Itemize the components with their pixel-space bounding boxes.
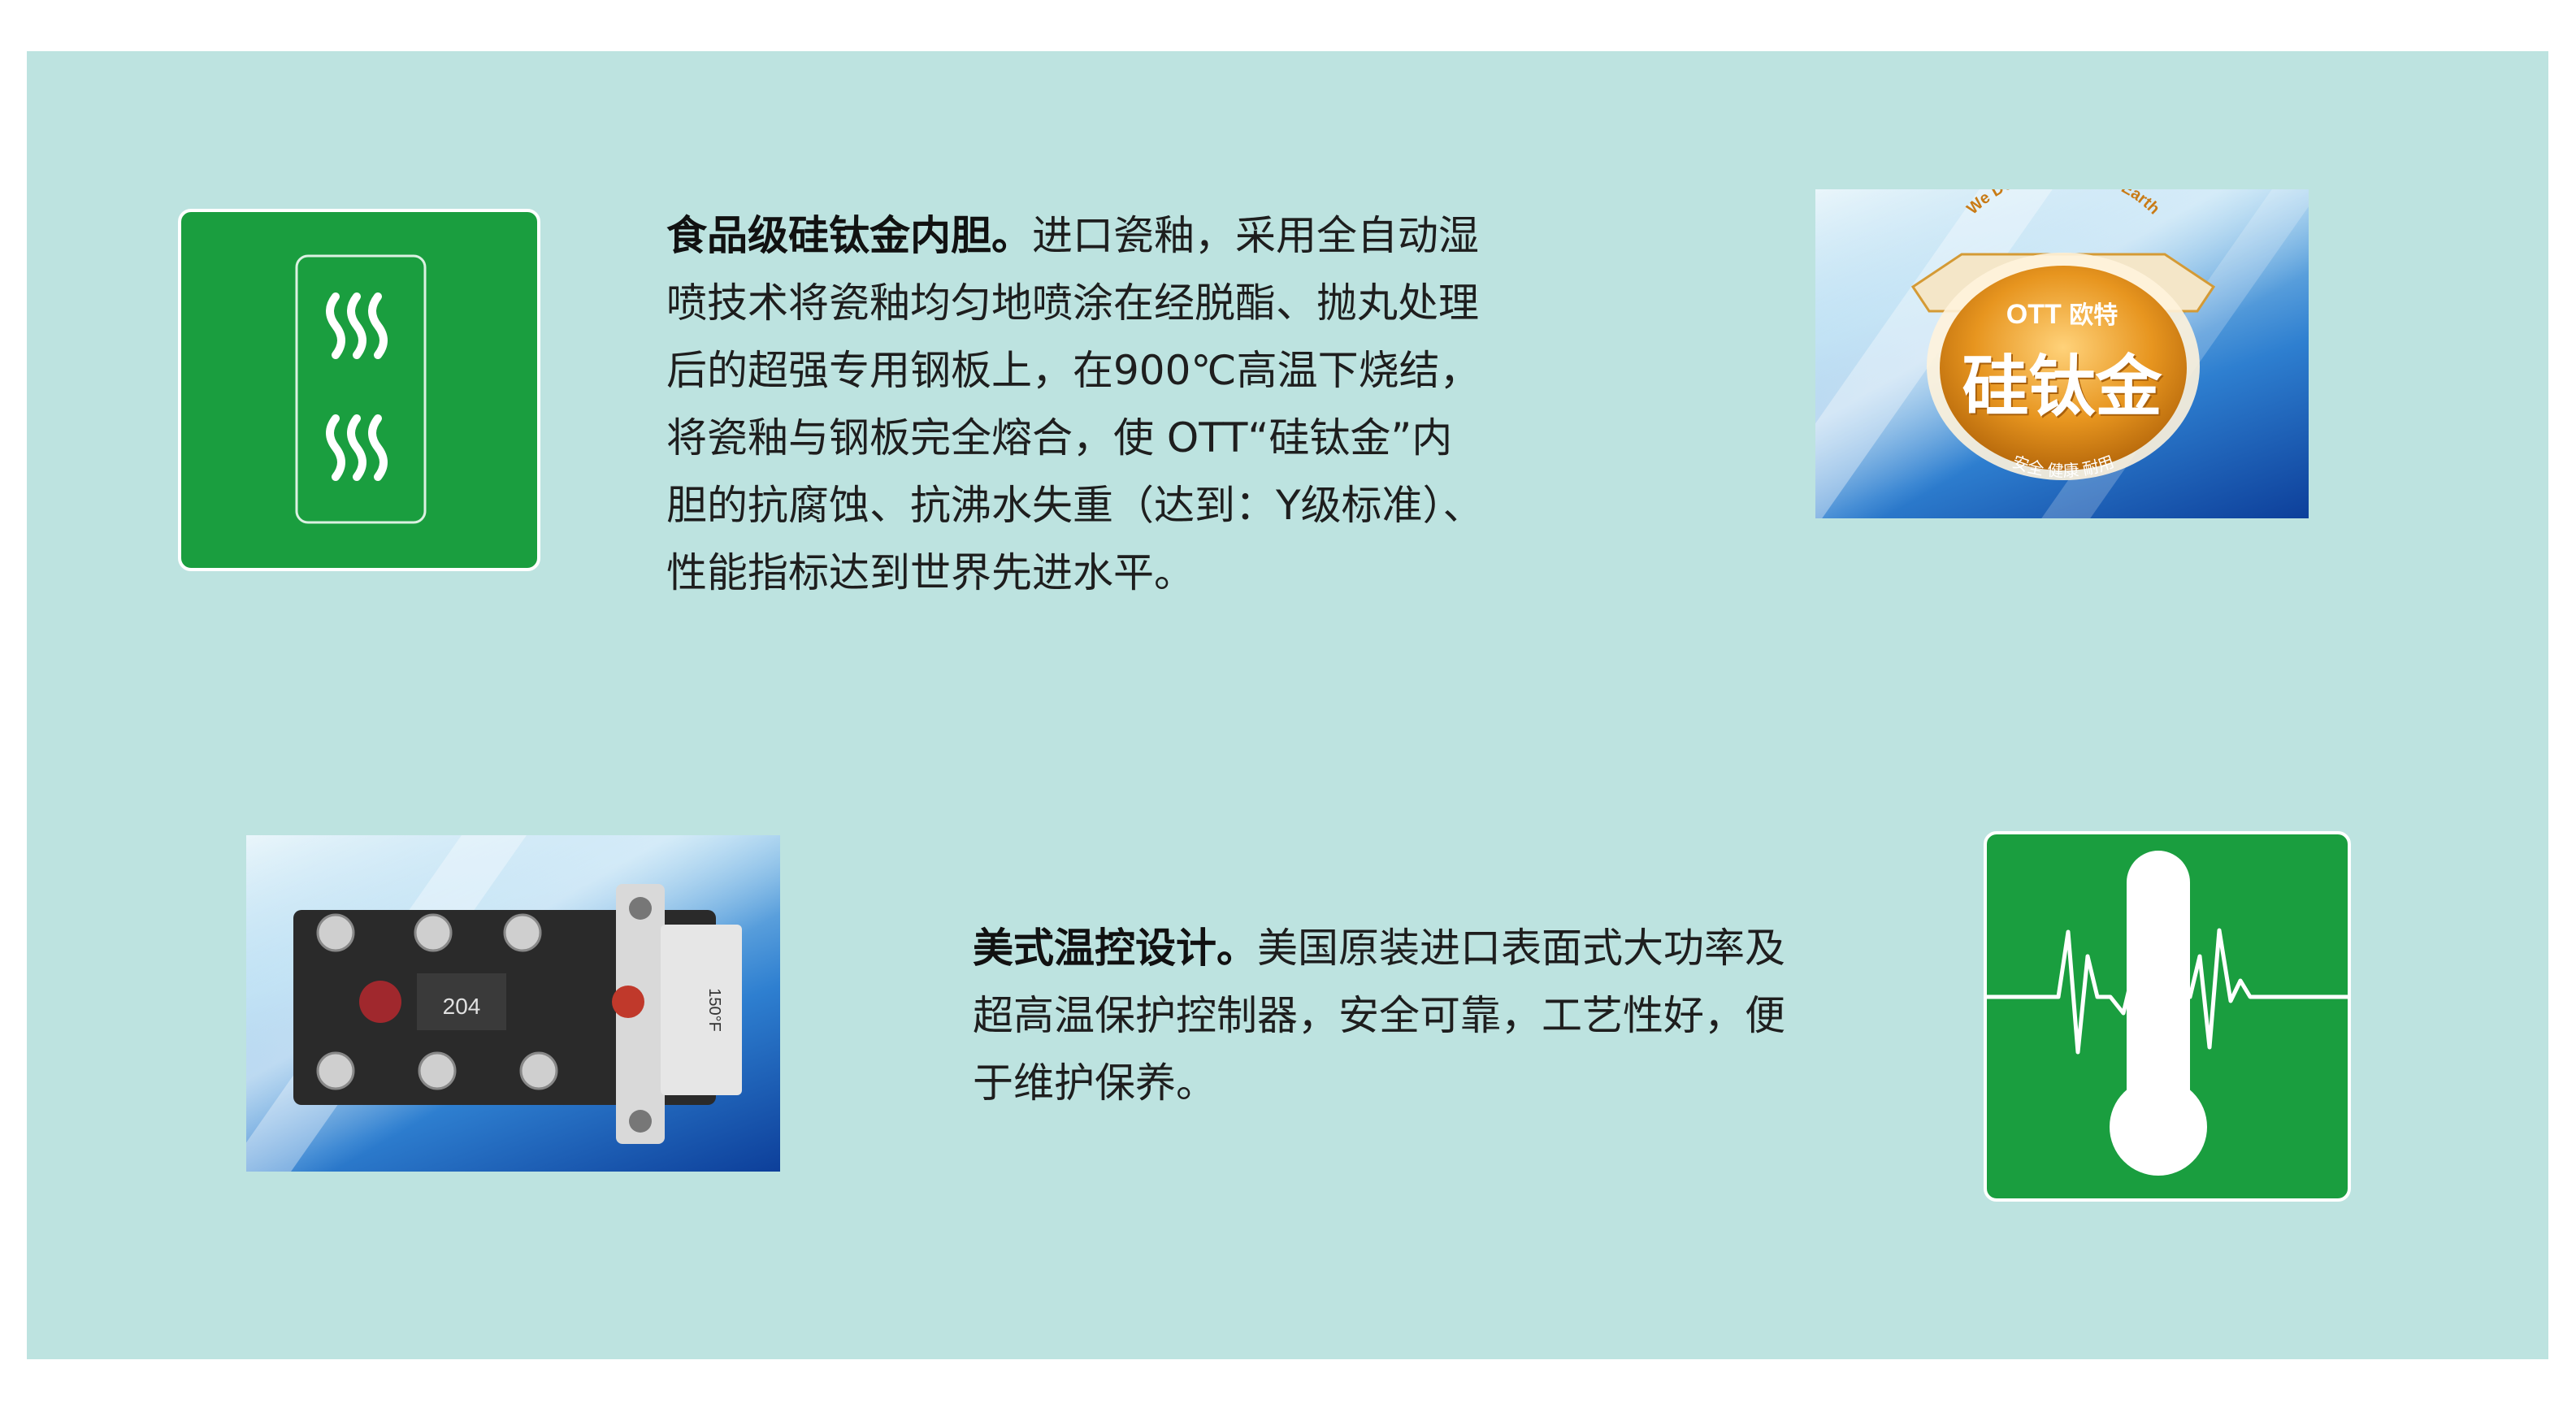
steam-icon-tile: [178, 209, 540, 571]
thermostat-photo: 204 150°F: [246, 835, 780, 1172]
badge-brand-cn: 欧特: [2069, 302, 2118, 329]
svg-text:We Do Care For Our Earth: We Do Care For Our Earth: [1963, 189, 2163, 218]
para1-line-5: 胆的抗腐蚀、抗沸水失重（达到：Y级标准）、: [666, 482, 1484, 529]
enamel-liner-description: 食品级硅钛金内胆。进口瓷釉，采用全自动湿 喷技术将瓷釉均匀地喷涂在经脱酯、抛丸处…: [666, 202, 1641, 607]
para1-line-2: 喷技术将瓷釉均匀地喷涂在经脱酯、抛丸处理: [666, 279, 1479, 327]
para1-line-6: 性能指标达到世界先进水平。: [666, 549, 1195, 596]
para1-line-3: 后的超强专用钢板上，在900℃高温下烧结，: [666, 347, 1481, 394]
titanium-gold-badge-image: We Do Care For Our Earth 安全 健康 耐用 OTT 欧特…: [1815, 189, 2309, 518]
badge-title: 硅钛金: [1962, 349, 2162, 426]
thermostat-code: 204: [443, 994, 481, 1019]
para2-heading: 美式温控设计。: [973, 925, 1257, 972]
para2-line-2: 超高温保护控制器，安全可靠，工艺性好，便: [973, 992, 1785, 1039]
para1-line-1: 食品级硅钛金内胆。进口瓷釉，采用全自动湿: [666, 212, 1479, 259]
thermometer-icon-tile: [1984, 831, 2351, 1202]
badge-arc-text: We Do Care For Our Earth: [1963, 189, 2163, 218]
para2-line-1: 美式温控设计。美国原装进口表面式大功率及: [973, 925, 1785, 972]
steam-icon: [295, 254, 427, 524]
thermometer-heartbeat-icon: [1987, 851, 2348, 1176]
thermostat-rating: 150°F: [705, 988, 723, 1032]
content-panel: 食品级硅钛金内胆。进口瓷釉，采用全自动湿 喷技术将瓷釉均匀地喷涂在经脱酯、抛丸处…: [27, 51, 2548, 1359]
badge-tagline: 安全 健康 耐用: [2010, 453, 2116, 481]
para1-line-4: 将瓷釉与钢板完全熔合，使 OTT“硅钛金”内: [666, 414, 1453, 461]
para2-line-3: 于维护保养。: [973, 1059, 1216, 1107]
para1-heading: 食品级硅钛金内胆。: [666, 212, 1032, 259]
thermostat-description: 美式温控设计。美国原装进口表面式大功率及 超高温保护控制器，安全可靠，工艺性好，…: [973, 915, 1948, 1117]
badge-brand: OTT: [2006, 299, 2062, 330]
svg-text:安全 健康 耐用: 安全 健康 耐用: [2010, 453, 2116, 481]
